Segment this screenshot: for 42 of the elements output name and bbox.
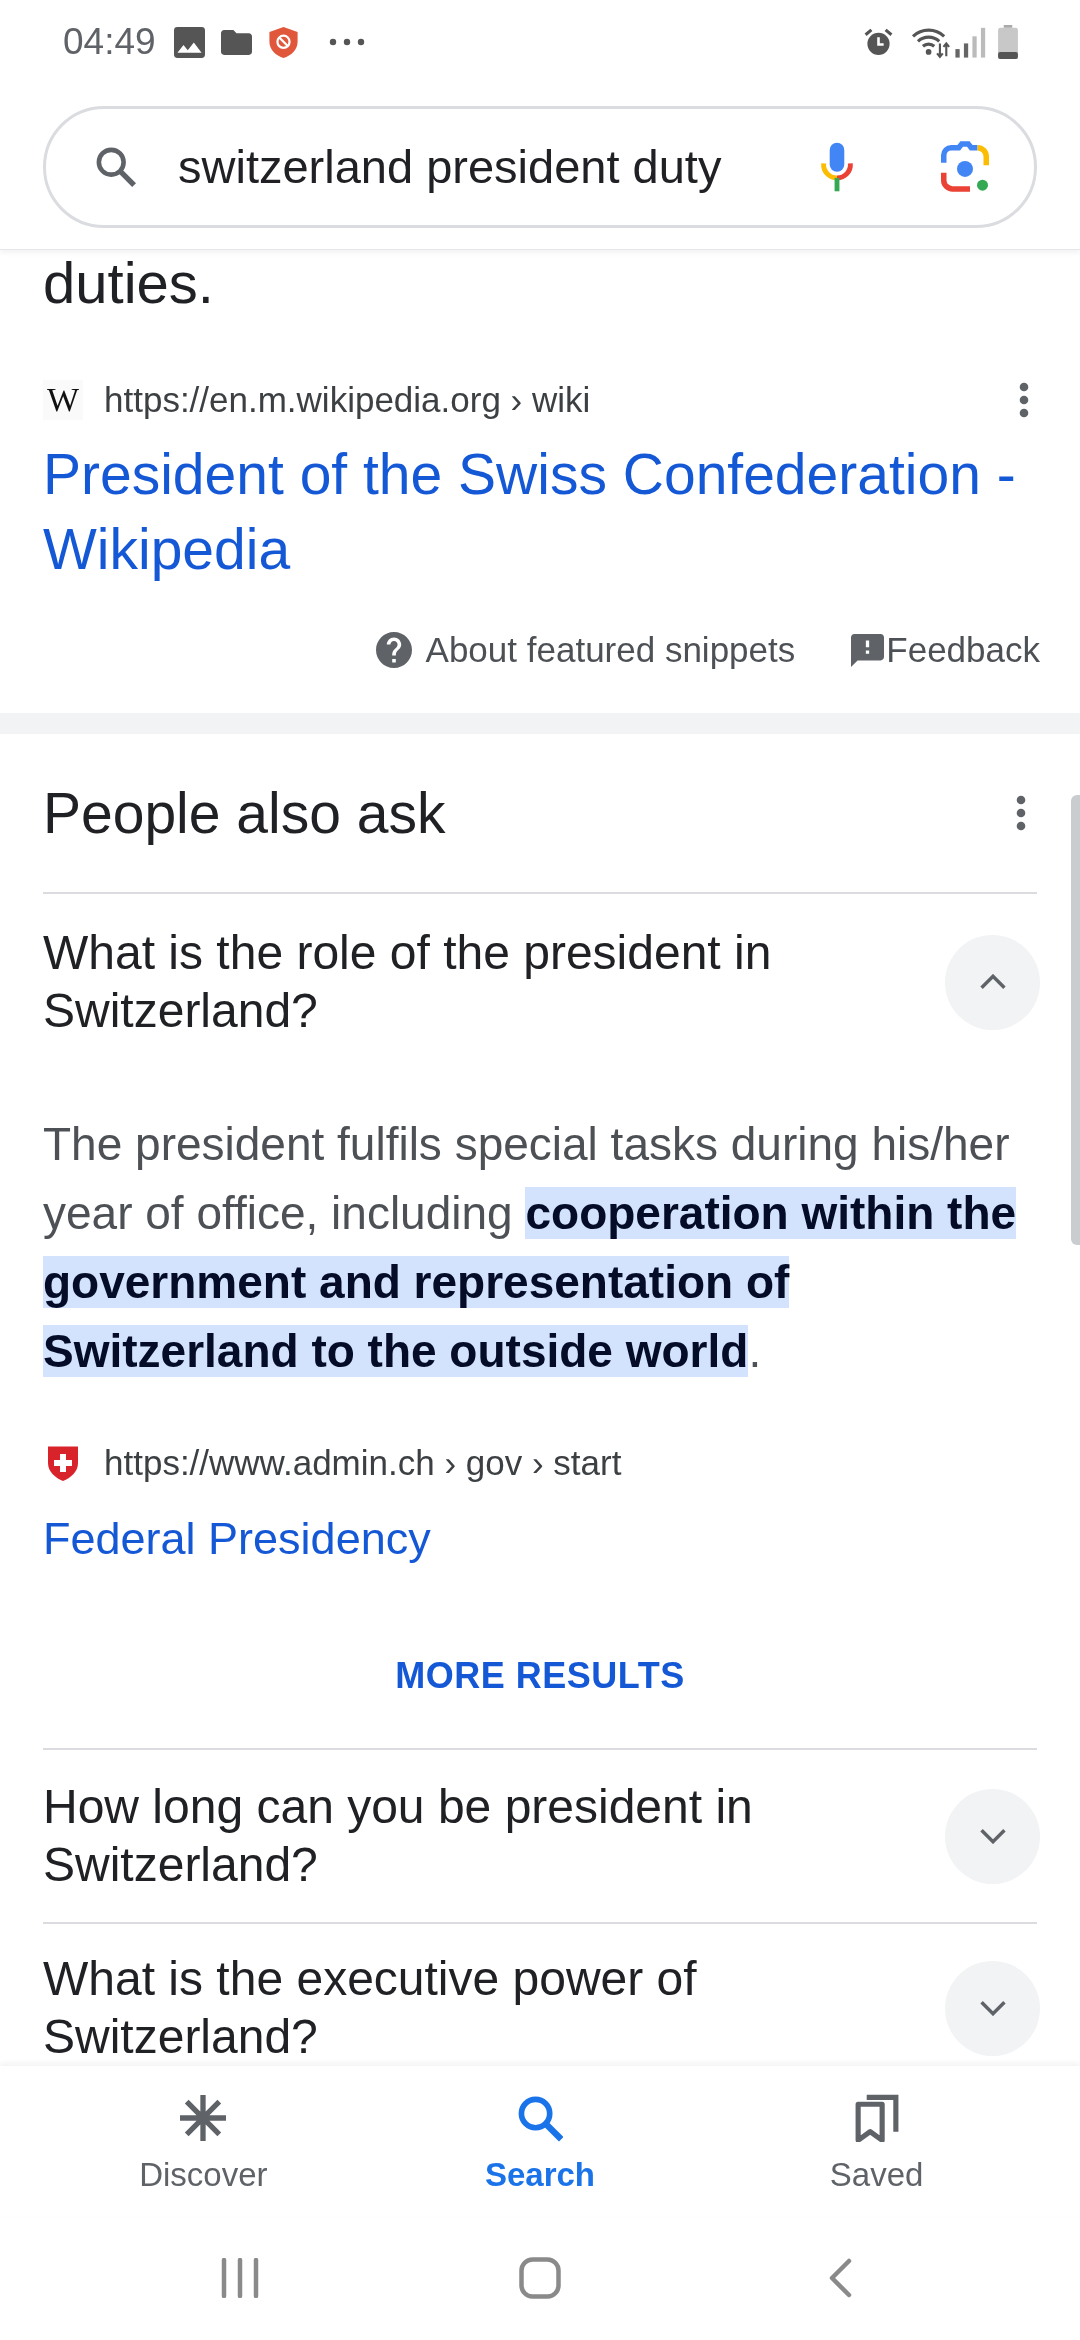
back-icon[interactable] — [828, 2258, 852, 2298]
question-text[interactable]: What is the executive power of Switzerland? — [43, 1950, 945, 2066]
home-icon[interactable] — [519, 2257, 561, 2299]
signal-icon — [954, 25, 988, 59]
chevron-down-icon — [978, 2000, 1007, 2016]
nav-tab[interactable]: Search — [440, 2066, 640, 2216]
nav-tab[interactable]: Discover — [103, 2066, 304, 2216]
search-query[interactable]: switzerland president duty — [178, 137, 820, 197]
search-icon — [517, 2094, 563, 2142]
search-field[interactable]: switzerland president duty — [43, 106, 1037, 228]
camera-lens-icon[interactable] — [940, 141, 990, 193]
snippet-text: duties. — [43, 250, 215, 316]
image-icon — [173, 26, 205, 58]
nav-tab[interactable]: Saved — [776, 2066, 977, 2216]
shield-block-icon — [267, 26, 299, 58]
result-title-link[interactable]: President of the Swiss Confederation - Wikipedia — [43, 437, 1040, 587]
more-results-button[interactable]: MORE RESULTS — [395, 1651, 685, 1701]
more-options-icon[interactable] — [1019, 382, 1029, 418]
more-icon — [328, 38, 365, 46]
source-url: https://www.admin.ch › gov › start — [104, 1443, 623, 1483]
more-options-icon[interactable] — [1016, 795, 1026, 831]
chevron-up-icon — [978, 974, 1007, 990]
bookmarks-icon — [853, 2094, 900, 2142]
about-snippets-link[interactable]: About featured snippets — [375, 630, 796, 670]
feedback-link[interactable]: Feedback — [851, 630, 1040, 670]
site-favicon: W — [43, 380, 83, 420]
chevron-down-icon — [978, 1828, 1007, 1844]
search-icon — [96, 147, 136, 187]
battery-icon — [998, 25, 1018, 59]
source-url: https://en.m.wikipedia.org › wiki — [104, 380, 592, 420]
question-text[interactable]: What is the role of the president in Switzerland? — [43, 924, 945, 1040]
section-heading: People also ask — [43, 780, 446, 847]
status-time: 04:49 — [63, 21, 156, 63]
asterisk-icon — [180, 2094, 227, 2142]
shield-cross-icon — [48, 1445, 78, 1481]
alarm-clock-icon — [863, 26, 894, 58]
microphone-icon[interactable] — [820, 140, 854, 194]
recent-apps-icon[interactable] — [221, 2258, 259, 2298]
question-text[interactable]: How long can you be president in Switzerland? — [43, 1778, 945, 1894]
result-title-link[interactable]: Federal Presidency — [43, 1509, 1037, 1569]
feedback-icon — [851, 633, 885, 667]
help-icon — [375, 632, 412, 668]
